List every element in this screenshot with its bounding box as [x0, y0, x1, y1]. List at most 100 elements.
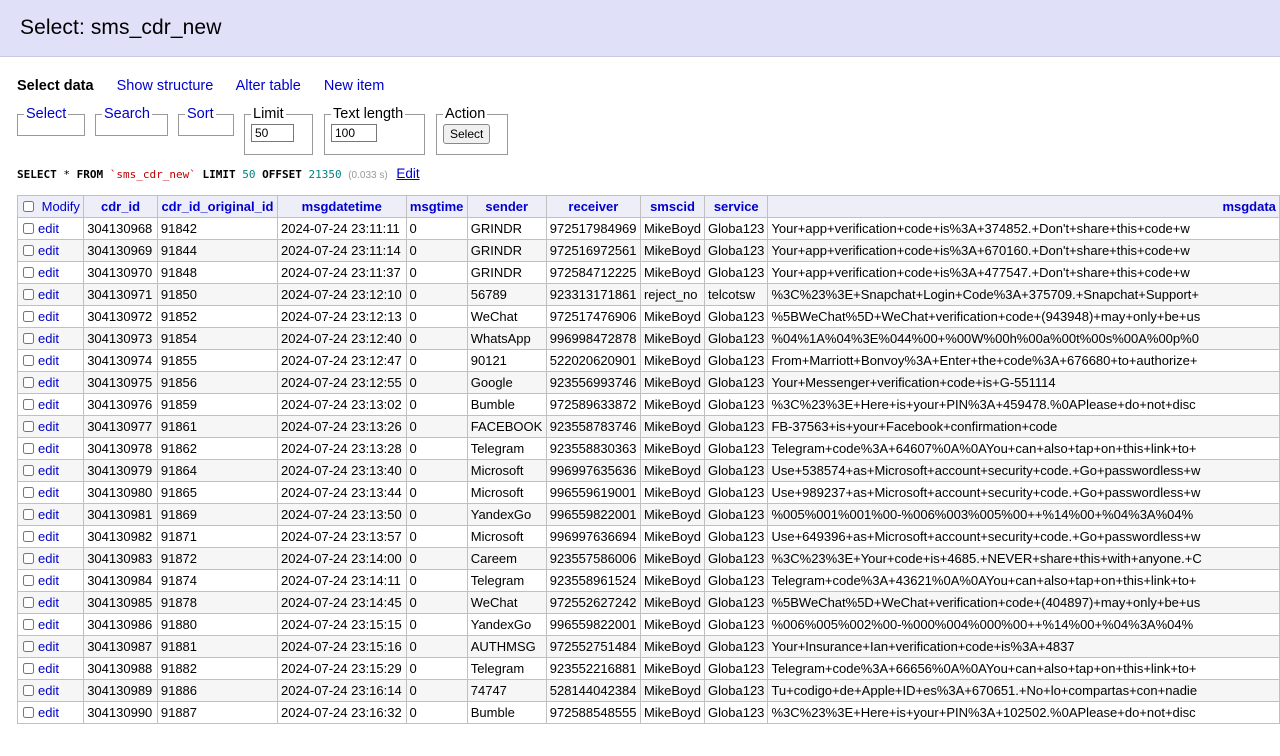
row-edit-link[interactable]: edit — [38, 639, 59, 654]
row-checkbox[interactable] — [23, 223, 34, 234]
row-checkbox[interactable] — [23, 421, 34, 432]
cell-smscid: MikeBoyd — [639, 305, 706, 328]
cell-msgdata: Your+Messenger+verification+code+is+G-55… — [767, 371, 1280, 394]
row-edit-link[interactable]: edit — [38, 221, 59, 236]
row-checkbox[interactable] — [23, 509, 34, 520]
row-checkbox[interactable] — [23, 531, 34, 542]
row-checkbox[interactable] — [23, 443, 34, 454]
nav-new-item[interactable]: New item — [324, 78, 384, 94]
column-header[interactable]: receiver — [545, 195, 641, 218]
table-row: edit 304130980 91865 2024-07-24 23:13:44 0 Mi… — [16, 481, 1280, 504]
column-header[interactable]: sender — [466, 195, 547, 218]
cell-sender: Google — [466, 371, 547, 394]
row-edit-link[interactable]: edit — [38, 573, 59, 588]
cell-service: Globa123 — [704, 217, 769, 240]
limit-input[interactable] — [251, 124, 294, 142]
row-edit-link[interactable]: edit — [38, 617, 59, 632]
row-checkbox[interactable] — [23, 663, 34, 674]
row-edit-link[interactable]: edit — [38, 661, 59, 676]
search-link[interactable]: Search — [104, 106, 150, 122]
row-checkbox[interactable] — [23, 553, 34, 564]
row-checkbox[interactable] — [23, 707, 34, 718]
cell-msgdata: Telegram+code%3A+43621%0A%0AYou+can+also… — [767, 569, 1280, 592]
cell-msgdatetime: 2024-07-24 23:14:00 — [277, 547, 407, 570]
edit-query-link[interactable]: Edit — [396, 166, 419, 181]
row-checkbox[interactable] — [23, 641, 34, 652]
cell-receiver: 923558961524 — [545, 569, 641, 592]
select-columns-link[interactable]: Select — [26, 106, 66, 122]
cell-smscid: MikeBoyd — [639, 393, 706, 416]
row-checkbox[interactable] — [23, 685, 34, 696]
sort-link[interactable]: Sort — [187, 106, 214, 122]
column-header[interactable]: msgdatetime — [277, 195, 407, 218]
cell-msgdatetime: 2024-07-24 23:12:10 — [277, 283, 407, 306]
row-checkbox[interactable] — [23, 267, 34, 278]
row-edit-link[interactable]: edit — [38, 683, 59, 698]
row-edit-link[interactable]: edit — [38, 375, 59, 390]
row-edit-link[interactable]: edit — [38, 507, 59, 522]
select-all-checkbox[interactable] — [23, 201, 34, 212]
row-edit-link[interactable]: edit — [38, 485, 59, 500]
cell-msgdata: Telegram+code%3A+66656%0A%0AYou+can+also… — [767, 657, 1280, 680]
cell-receiver: 972552627242 — [545, 591, 641, 614]
row-checkbox[interactable] — [23, 575, 34, 586]
row-edit-link[interactable]: edit — [38, 529, 59, 544]
row-edit-link[interactable]: edit — [38, 705, 59, 720]
cell-cdr-id: 304130975 — [83, 371, 158, 394]
nav-alter-table[interactable]: Alter table — [236, 78, 301, 94]
row-edit-link[interactable]: edit — [38, 551, 59, 566]
data-table: Modify cdr_id cdr_id_original_id msgdate… — [16, 195, 1280, 724]
row-edit-link[interactable]: edit — [38, 419, 59, 434]
row-checkbox[interactable] — [23, 597, 34, 608]
cell-msgdatetime: 2024-07-24 23:13:40 — [277, 459, 407, 482]
row-edit-link[interactable]: edit — [38, 595, 59, 610]
cell-service: Globa123 — [704, 459, 769, 482]
row-edit-link[interactable]: edit — [38, 309, 59, 324]
column-header[interactable]: smscid — [639, 195, 706, 218]
row-checkbox[interactable] — [23, 311, 34, 322]
cell-msgtime: 0 — [405, 349, 468, 372]
row-checkbox[interactable] — [23, 245, 34, 256]
query-time: (0.033 s) — [348, 170, 388, 181]
cell-receiver: 522020620901 — [545, 349, 641, 372]
row-actions-cell: edit — [16, 239, 85, 262]
cell-msgdata: Use+649396+as+Microsoft+account+security… — [767, 525, 1280, 548]
cell-msgdata: Your+Insurance+Ian+verification+code+is%… — [767, 635, 1280, 658]
row-edit-link[interactable]: edit — [38, 265, 59, 280]
row-checkbox[interactable] — [23, 377, 34, 388]
row-checkbox[interactable] — [23, 487, 34, 498]
column-header[interactable]: msgtime — [405, 195, 468, 218]
row-checkbox[interactable] — [23, 465, 34, 476]
column-header[interactable]: cdr_id — [83, 195, 158, 218]
row-edit-link[interactable]: edit — [38, 287, 59, 302]
row-edit-link[interactable]: edit — [38, 243, 59, 258]
row-edit-link[interactable]: edit — [38, 441, 59, 456]
sql-kw-offset: OFFSET — [262, 168, 302, 181]
cell-service: Globa123 — [704, 437, 769, 460]
cell-sender: WhatsApp — [466, 327, 547, 350]
select-submit-button[interactable]: Select — [443, 124, 491, 144]
cell-smscid: MikeBoyd — [639, 349, 706, 372]
nav-show-structure[interactable]: Show structure — [117, 78, 214, 94]
column-header[interactable]: cdr_id_original_id — [156, 195, 279, 218]
cell-receiver: 996559822001 — [545, 503, 641, 526]
cell-msgtime: 0 — [405, 239, 468, 262]
row-checkbox[interactable] — [23, 619, 34, 630]
cell-cdr-id-original-id: 91859 — [156, 393, 279, 416]
row-edit-link[interactable]: edit — [38, 353, 59, 368]
text-length-input[interactable] — [331, 124, 377, 142]
row-checkbox[interactable] — [23, 333, 34, 344]
row-checkbox[interactable] — [23, 289, 34, 300]
row-edit-link[interactable]: edit — [38, 331, 59, 346]
row-checkbox[interactable] — [23, 399, 34, 410]
sort-fieldset: Sort — [178, 106, 234, 136]
row-edit-link[interactable]: edit — [38, 397, 59, 412]
cell-msgdatetime: 2024-07-24 23:13:57 — [277, 525, 407, 548]
cell-msgdatetime: 2024-07-24 23:12:55 — [277, 371, 407, 394]
cell-msgtime: 0 — [405, 283, 468, 306]
column-header[interactable]: msgdata — [767, 195, 1280, 218]
column-header[interactable]: service — [704, 195, 769, 218]
cell-smscid: MikeBoyd — [639, 371, 706, 394]
row-edit-link[interactable]: edit — [38, 463, 59, 478]
row-checkbox[interactable] — [23, 355, 34, 366]
